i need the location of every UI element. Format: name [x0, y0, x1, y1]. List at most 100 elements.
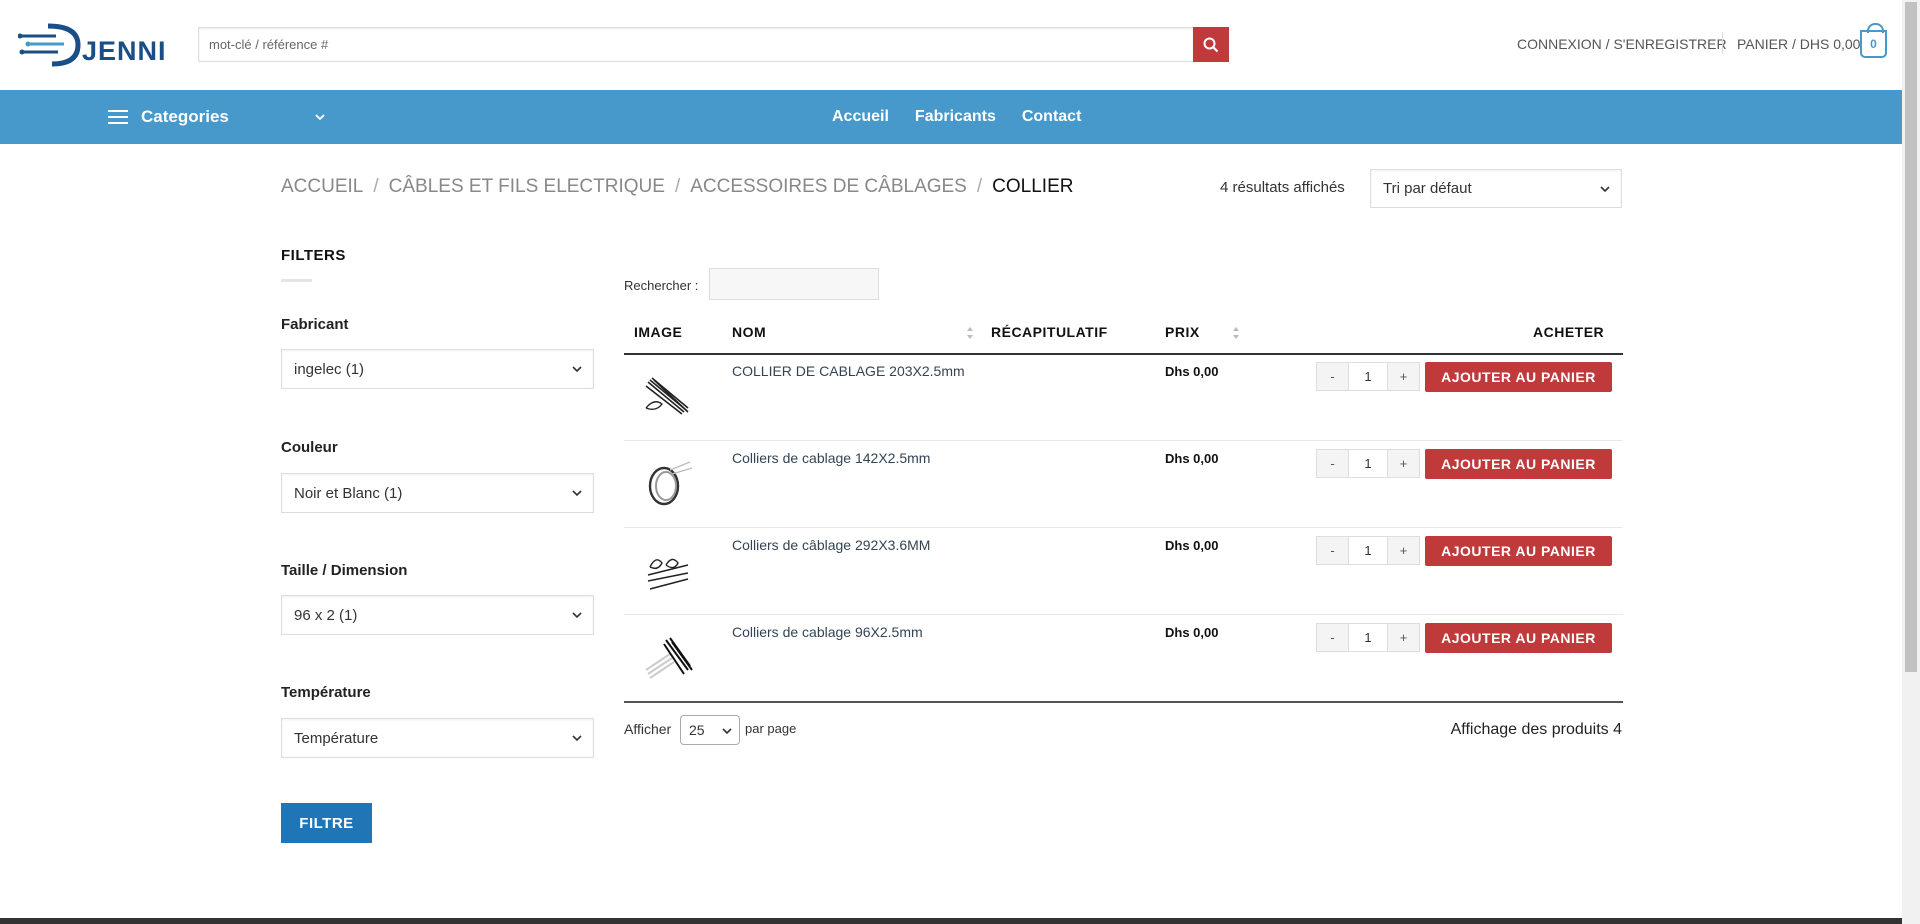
- site-header: JENNI CONNEXION / S'ENREGISTRER PANIER /…: [0, 0, 1902, 90]
- add-to-cart-button[interactable]: AJOUTER AU PANIER: [1425, 449, 1612, 479]
- site-logo[interactable]: JENNI: [18, 20, 168, 70]
- categories-toggle[interactable]: Categories: [108, 90, 229, 144]
- qty-plus-button[interactable]: +: [1388, 450, 1419, 477]
- chevron-down-icon: [722, 728, 732, 735]
- per-page-label: par page: [745, 721, 797, 736]
- qty-minus-button[interactable]: -: [1317, 624, 1348, 651]
- breadcrumb-separator: /: [674, 176, 681, 197]
- logo-text: JENNI: [82, 36, 167, 66]
- primary-nav: Accueil Fabricants Contact: [832, 90, 1094, 144]
- breadcrumb-cables[interactable]: CÂBLES ET FILS ELECTRIQUE: [389, 176, 665, 198]
- header-divider: [1722, 32, 1723, 54]
- filter-value: Noir et Blanc (1): [294, 484, 403, 502]
- table-search-input[interactable]: [709, 268, 879, 300]
- column-header-recapitulatif: RÉCAPITULATIF: [991, 324, 1108, 340]
- product-name-link[interactable]: Colliers de cablage 96X2.5mm: [732, 624, 923, 640]
- qty-minus-button[interactable]: -: [1317, 537, 1348, 564]
- breadcrumb-accessoires[interactable]: ACCESSOIRES DE CÂBLAGES: [690, 176, 967, 198]
- add-to-cart-button[interactable]: AJOUTER AU PANIER: [1425, 536, 1612, 566]
- nav-contact[interactable]: Contact: [1009, 108, 1095, 126]
- qty-minus-button[interactable]: -: [1317, 450, 1348, 477]
- product-name-link[interactable]: Colliers de cablage 142X2.5mm: [732, 450, 930, 466]
- qty-input[interactable]: 1: [1348, 450, 1388, 477]
- column-header-acheter: ACHETER: [1533, 324, 1605, 340]
- main-navbar: Categories Accueil Fabricants Contact: [0, 90, 1902, 144]
- nav-fabricants[interactable]: Fabricants: [902, 108, 1009, 126]
- product-price: Dhs 0,00: [1165, 364, 1219, 379]
- show-label: Afficher: [624, 721, 672, 737]
- search-button[interactable]: [1193, 27, 1229, 62]
- filter-select-couleur[interactable]: Noir et Blanc (1): [281, 473, 594, 513]
- product-image-cable-tie-bundle[interactable]: [640, 630, 696, 686]
- page-scrollbar[interactable]: [1902, 0, 1920, 924]
- filter-select-temperature[interactable]: Température: [281, 718, 594, 758]
- column-header-nom[interactable]: NOM: [732, 324, 766, 340]
- column-header-image: IMAGE: [634, 324, 683, 340]
- quantity-stepper: - 1 +: [1316, 449, 1420, 478]
- filter-value: 96 x 2 (1): [294, 606, 358, 624]
- scrollbar-thumb[interactable]: [1905, 2, 1917, 672]
- login-register-link[interactable]: CONNEXION / S'ENREGISTRER: [1517, 36, 1727, 52]
- filter-label-taille: Taille / Dimension: [281, 562, 408, 579]
- filters-title: FILTERS: [281, 247, 346, 264]
- site-search: [198, 27, 1229, 62]
- row-divider: [624, 440, 1623, 441]
- sort-icon[interactable]: [966, 326, 974, 340]
- sort-select[interactable]: Tri par défaut: [1370, 169, 1622, 208]
- sort-icon[interactable]: [1232, 326, 1240, 340]
- menu-icon: [108, 110, 128, 124]
- chevron-down-icon: [572, 612, 582, 619]
- sort-value: Tri par défaut: [1383, 180, 1472, 197]
- row-divider: [624, 614, 1623, 615]
- search-icon: [1203, 37, 1219, 52]
- chevron-down-icon: [1600, 186, 1610, 193]
- table-footer-divider: [624, 701, 1623, 703]
- qty-input[interactable]: 1: [1348, 363, 1388, 390]
- result-count: 4 résultats affichés: [1220, 179, 1345, 196]
- qty-minus-button[interactable]: -: [1317, 363, 1348, 390]
- filters-divider: [281, 279, 312, 282]
- breadcrumb-separator: /: [373, 176, 379, 197]
- product-price: Dhs 0,00: [1165, 538, 1219, 553]
- add-to-cart-button[interactable]: AJOUTER AU PANIER: [1425, 362, 1612, 392]
- qty-plus-button[interactable]: +: [1388, 363, 1419, 390]
- filter-submit-button[interactable]: FILTRE: [281, 803, 372, 843]
- search-input[interactable]: [198, 27, 1193, 62]
- table-header-divider: [624, 353, 1623, 355]
- qty-input[interactable]: 1: [1348, 537, 1388, 564]
- categories-label: Categories: [141, 107, 229, 126]
- qty-plus-button[interactable]: +: [1388, 537, 1419, 564]
- breadcrumb-accueil[interactable]: ACCUEIL: [281, 176, 363, 198]
- product-image-cable-tie-coil[interactable]: [640, 456, 696, 512]
- logo-circuit-icon: [18, 23, 81, 67]
- nav-accueil[interactable]: Accueil: [832, 108, 902, 126]
- filter-select-taille[interactable]: 96 x 2 (1): [281, 595, 594, 635]
- filter-select-fabricant[interactable]: ingelec (1): [281, 349, 594, 389]
- cart-link[interactable]: PANIER / DHS 0,00: [1737, 36, 1860, 52]
- filter-label-couleur: Couleur: [281, 439, 338, 456]
- breadcrumb: ACCUEIL / CÂBLES ET FILS ELECTRIQUE / AC…: [281, 176, 1073, 198]
- column-header-prix[interactable]: PRIX: [1165, 324, 1200, 340]
- product-image-cable-tie-loose[interactable]: [640, 543, 696, 599]
- table-search-label: Rechercher :: [624, 278, 699, 293]
- product-name-link[interactable]: Colliers de câblage 292X3.6MM: [732, 537, 930, 553]
- breadcrumb-current: COLLIER: [992, 176, 1074, 197]
- quantity-stepper: - 1 +: [1316, 536, 1420, 565]
- row-divider: [624, 527, 1623, 528]
- quantity-stepper: - 1 +: [1316, 362, 1420, 391]
- add-to-cart-button[interactable]: AJOUTER AU PANIER: [1425, 623, 1612, 653]
- product-image-cable-tie-black[interactable]: [640, 368, 696, 424]
- chevron-down-icon[interactable]: [314, 108, 326, 126]
- product-name-link[interactable]: COLLIER DE CABLAGE 203X2.5mm: [732, 363, 965, 379]
- filter-label-temperature: Température: [281, 684, 371, 701]
- filter-value: ingelec (1): [294, 360, 365, 378]
- qty-input[interactable]: 1: [1348, 624, 1388, 651]
- chevron-down-icon: [572, 735, 582, 742]
- qty-plus-button[interactable]: +: [1388, 624, 1419, 651]
- filter-label-fabricant: Fabricant: [281, 316, 349, 333]
- cart-count-badge[interactable]: 0: [1860, 23, 1887, 58]
- cart-count: 0: [1870, 37, 1877, 51]
- chevron-down-icon: [572, 490, 582, 497]
- per-page-select[interactable]: 25: [680, 715, 740, 745]
- breadcrumb-separator: /: [976, 176, 983, 197]
